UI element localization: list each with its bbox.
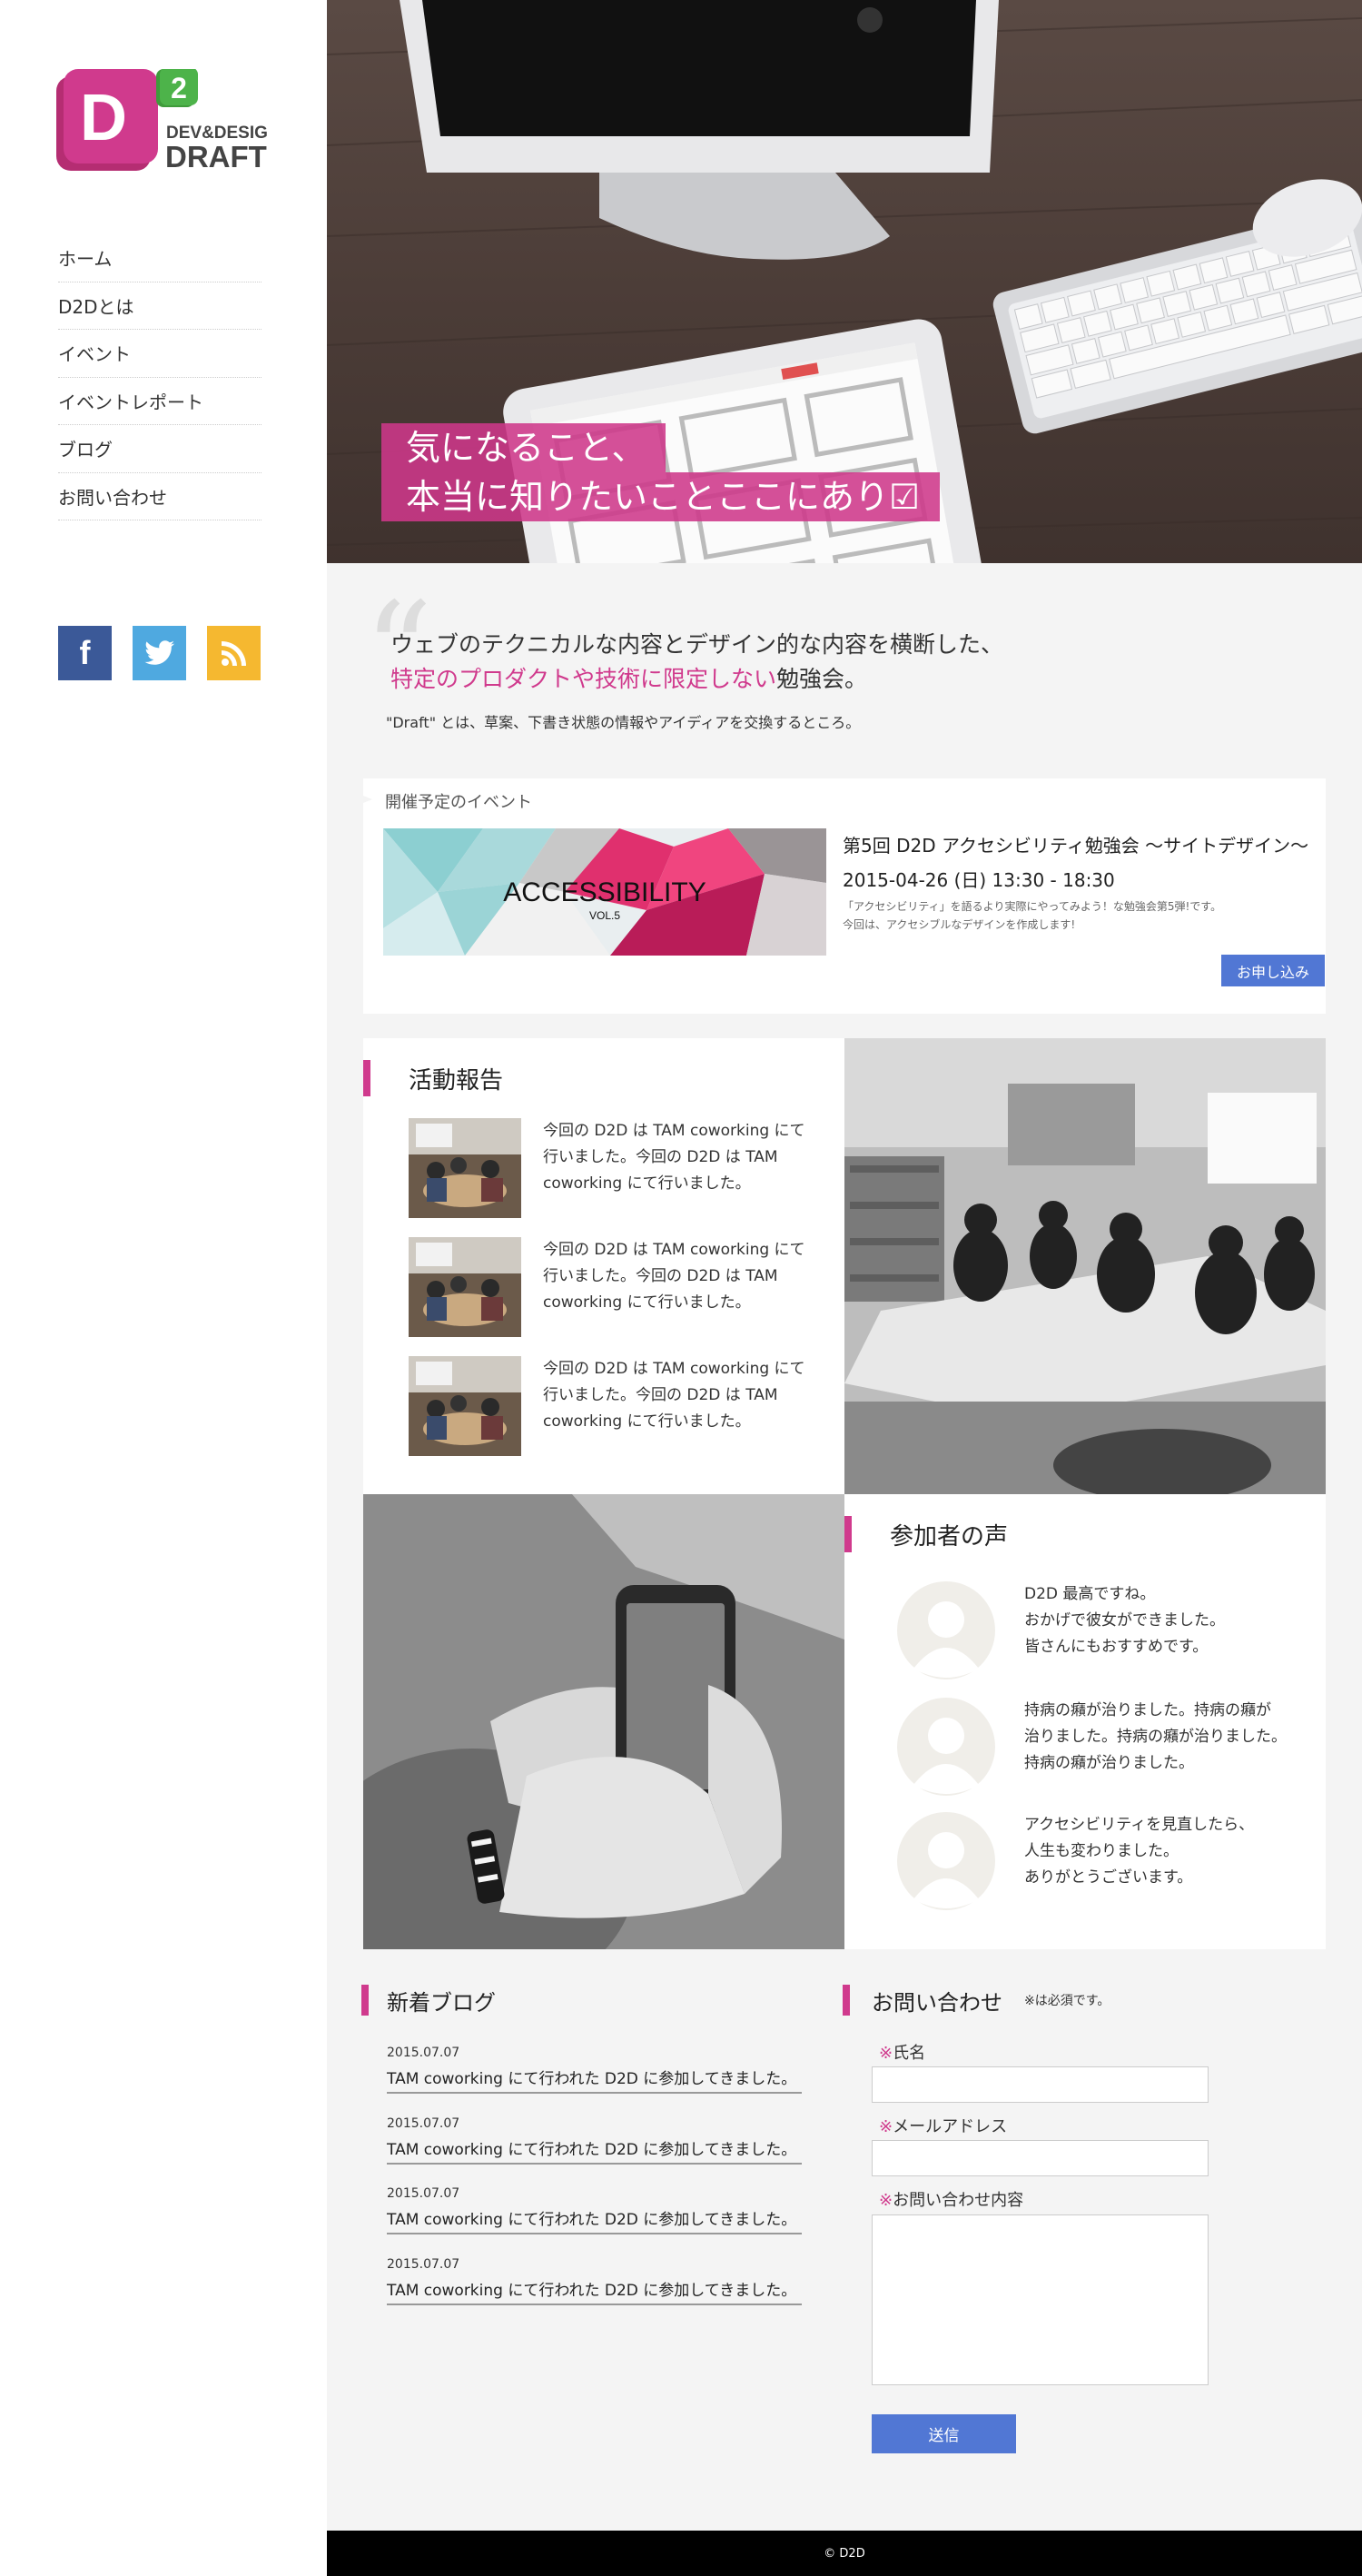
event-description-line1: 「アクセシビリティ」を語るより実際にやってみよう！な勉強会第5弾!です。 [843, 900, 1222, 913]
heading-accent-bar [361, 1985, 369, 2016]
voice-text: アクセシビリティを見直したら、 人生も変わりました。 ありがとうございます。 [1024, 1816, 1255, 1887]
activity-thumbnail [409, 1237, 521, 1337]
intro-highlight: 特定のプロダクトや技術に限定しない [390, 666, 777, 692]
hero-tagline-text: 本当に知りたいことここにあり [406, 477, 890, 517]
main-nav: ホーム D2Dとは イベント イベントレポート ブログ お問い合わせ [58, 234, 262, 520]
name-field[interactable] [872, 2066, 1209, 2103]
voice-text: D2D 最高ですね。 おかげで彼女ができました。 皆さんにもおすすめです。 [1024, 1585, 1225, 1656]
svg-text:ACCESSIBILITY: ACCESSIBILITY [503, 877, 706, 907]
copyright: © D2D [824, 2546, 865, 2561]
activity-text: 今回の D2D は TAM coworking にて行いました。今回の D2D … [543, 1360, 805, 1431]
activity-item[interactable]: 今回の D2D は TAM coworking にて行いました。今回の D2D … [409, 1356, 808, 1458]
event-heading: 開催予定のイベント [385, 793, 532, 812]
event-date: 2015-04-26 (日) 13:30 - 18:30 [843, 869, 1115, 891]
required-note: ※は必須です。 [1024, 1994, 1110, 2008]
activity-thumbnail [409, 1118, 521, 1218]
event-banner[interactable]: ACCESSIBILITY VOL.5 [383, 828, 826, 956]
hero-tagline-line1: 気になること、 [381, 423, 666, 472]
name-label: ※氏名 [879, 2044, 926, 2063]
voice-text: 持病の癪が治りました。持病の癪が 治りました。持病の癪が治りました。 持病の癪が治り… [1024, 1701, 1287, 1772]
message-label: ※お問い合わせ内容 [879, 2191, 1024, 2210]
blog-heading: 新着ブログ [361, 1985, 496, 2016]
activity-thumbnail [409, 1356, 521, 1456]
sidebar: D 2 DEV&DESIGN DRAFT ホーム D2Dとは イベント イベント… [0, 0, 327, 2576]
intro-line2-rest: 勉強会。 [776, 666, 868, 692]
new-blog-section: 新着ブログ 2015.07.07 TAM coworking にて行われた D2… [361, 1985, 815, 2312]
twitter-icon[interactable] [133, 626, 186, 680]
heading-accent-bar [844, 1516, 852, 1552]
nav-item-home[interactable]: ホーム [58, 234, 262, 282]
footer: © D2D [327, 2531, 1362, 2576]
send-button[interactable]: 送信 [872, 2414, 1016, 2453]
rss-icon[interactable] [207, 626, 261, 680]
blog-item[interactable]: 2015.07.07 TAM coworking にて行われた D2D に参加し… [387, 2116, 802, 2165]
blog-title: 新着ブログ [387, 1989, 496, 2016]
workshop-photo [844, 1038, 1326, 1494]
blog-link[interactable]: TAM coworking にて行われた D2D に参加してきました。 [387, 2206, 802, 2233]
blog-date: 2015.07.07 [387, 2257, 460, 2272]
intro-line2: 特定のプロダクトや技術に限定しない勉強会。 [390, 661, 867, 694]
hero-image: 気になること、 本当に知りたいことここにあり☑ [327, 0, 1362, 563]
blog-item[interactable]: 2015.07.07 TAM coworking にて行われた D2D に参加し… [387, 2046, 802, 2094]
smartphone-photo [363, 1494, 844, 1949]
apply-button[interactable]: お申し込み [1221, 955, 1325, 986]
intro-line3: "Draft" とは、草案、下書き状態の情報やアイディアを交換するところ。 [386, 714, 861, 731]
svg-text:VOL.5: VOL.5 [589, 909, 620, 922]
contact-section: お問い合わせ ※は必須です。 ※氏名 ※メールアドレス ※お問い合わせ内容 送信 [843, 1985, 1333, 2457]
activity-heading: 活動報告 [363, 1060, 503, 1096]
email-field[interactable] [872, 2140, 1209, 2176]
avatar-icon [897, 1812, 995, 1910]
nav-item-event[interactable]: イベント [58, 330, 262, 378]
blog-date: 2015.07.07 [387, 2186, 460, 2201]
activity-title: 活動報告 [409, 1066, 504, 1095]
nav-item-about[interactable]: D2Dとは [58, 282, 262, 330]
event-description-line2: 今回は、アクセシブルなデザインを作成します! [843, 918, 1076, 931]
svg-text:D: D [80, 82, 127, 154]
voice-item: 持病の癪が治りました。持病の癪が 治りました。持病の癪が治りました。 持病の癪が治り… [897, 1698, 1315, 1798]
blog-item[interactable]: 2015.07.07 TAM coworking にて行われた D2D に参加し… [387, 2186, 802, 2234]
d2d-logo[interactable]: D 2 DEV&DESIGN DRAFT [56, 69, 269, 173]
blog-link[interactable]: TAM coworking にて行われた D2D に参加してきました。 [387, 2277, 802, 2304]
activity-item[interactable]: 今回の D2D は TAM coworking にて行いました。今回の D2D … [409, 1237, 808, 1339]
heading-notch-icon [363, 796, 372, 803]
blog-link[interactable]: TAM coworking にて行われた D2D に参加してきました。 [387, 2136, 802, 2163]
heading-accent-bar [363, 1060, 370, 1096]
nav-item-contact[interactable]: お問い合わせ [58, 473, 262, 520]
upcoming-event-panel: 開催予定のイベント ACCESSIBILITY VOL.5 第5回 D2D アク… [363, 778, 1326, 1014]
contact-title: お問い合わせ [872, 1989, 1002, 2016]
avatar-icon [897, 1698, 995, 1796]
voice-item: D2D 最高ですね。 おかげで彼女ができました。 皆さんにもおすすめです。 [897, 1581, 1315, 1681]
blog-date: 2015.07.07 [387, 2116, 460, 2131]
activity-item[interactable]: 今回の D2D は TAM coworking にて行いました。今回の D2D … [409, 1118, 808, 1220]
blog-item[interactable]: 2015.07.07 TAM coworking にて行われた D2D に参加し… [387, 2257, 802, 2305]
voice-item: アクセシビリティを見直したら、 人生も変わりました。 ありがとうございます。 [897, 1812, 1315, 1912]
voices-title: 参加者の声 [890, 1522, 1009, 1551]
svg-text:DRAFT: DRAFT [165, 140, 267, 173]
checkbox-icon: ☑ [889, 477, 921, 517]
svg-text:2: 2 [171, 72, 187, 104]
activity-text: 今回の D2D は TAM coworking にて行いました。今回の D2D … [543, 1122, 805, 1193]
intro-line1: ウェブのテクニカルな内容とデザイン的な内容を横断した、 [390, 631, 1004, 658]
intro-section: “ ウェブのテクニカルな内容とデザイン的な内容を横断した、 特定のプロダクトや技… [327, 563, 1362, 778]
contact-heading: お問い合わせ ※は必須です。 [843, 1985, 1110, 2016]
nav-item-blog[interactable]: ブログ [58, 425, 262, 473]
voices-heading: 参加者の声 [844, 1516, 1008, 1552]
social-links: f [58, 626, 261, 680]
email-label: ※メールアドレス [879, 2117, 1008, 2136]
blog-date: 2015.07.07 [387, 2046, 460, 2060]
nav-item-event-report[interactable]: イベントレポート [58, 378, 262, 425]
event-title[interactable]: 第5回 D2D アクセシビリティ勉強会 〜サイトデザイン〜 [843, 831, 1308, 857]
participant-voices-section: 参加者の声 D2D 最高ですね。 おかげで彼女ができました。 皆さんにもおすすめです… [844, 1494, 1326, 1949]
message-field[interactable] [872, 2214, 1209, 2385]
heading-accent-bar [843, 1985, 850, 2016]
hero-tagline-line2: 本当に知りたいことここにあり☑ [381, 472, 941, 521]
activity-text: 今回の D2D は TAM coworking にて行いました。今回の D2D … [543, 1241, 805, 1312]
avatar-icon [897, 1581, 995, 1679]
facebook-icon[interactable]: f [58, 626, 112, 680]
blog-link[interactable]: TAM coworking にて行われた D2D に参加してきました。 [387, 2066, 802, 2092]
activity-report-section: 活動報告 今回の D2D は TAM coworking にて行いました。今回の… [363, 1038, 844, 1494]
